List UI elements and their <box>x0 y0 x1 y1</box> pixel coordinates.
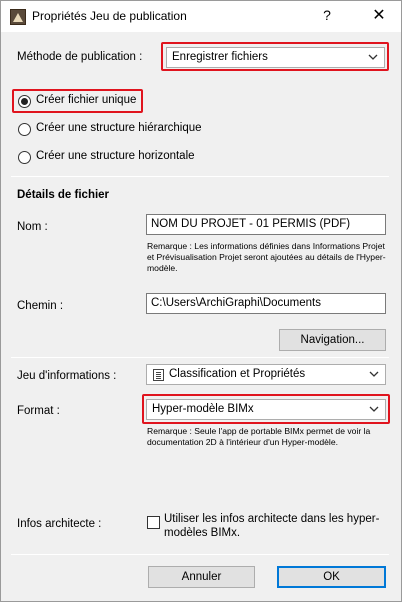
chevron-down-icon <box>368 368 380 380</box>
radio-hierarchical-label[interactable]: Créer une structure hiérarchique <box>36 122 202 134</box>
ok-button[interactable]: OK <box>277 566 386 588</box>
path-input-value: C:\Users\ArchiGraphi\Documents <box>151 297 321 309</box>
separator <box>11 176 389 177</box>
format-dropdown[interactable]: Hyper-modèle BIMx <box>146 399 386 420</box>
format-note: Remarque : Seule l'app de portable BIMx … <box>147 426 371 447</box>
help-button[interactable]: ? <box>319 7 335 25</box>
publication-method-dropdown[interactable]: Enregistrer fichiers <box>166 47 385 68</box>
dialog-content: Méthode de publication : Enregistrer fic… <box>1 32 401 601</box>
infoset-label: Jeu d'informations : <box>17 370 117 382</box>
name-note: Remarque : Les informations définies dan… <box>147 241 386 273</box>
radio-hierarchical[interactable] <box>18 123 31 136</box>
format-label: Format : <box>17 405 60 417</box>
architect-info-checkbox[interactable] <box>147 516 160 529</box>
publication-method-value: Enregistrer fichiers <box>172 51 268 63</box>
radio-single-file[interactable] <box>18 95 31 108</box>
chevron-down-icon <box>367 51 379 63</box>
browse-button[interactable]: Navigation... <box>279 329 386 351</box>
name-input-value: NOM DU PROJET - 01 PERMIS (PDF) <box>151 218 351 230</box>
name-label: Nom : <box>17 221 48 233</box>
infoset-dropdown[interactable]: Classification et Propriétés <box>146 364 386 385</box>
architect-info-checkbox-label[interactable]: Utiliser les infos architecte dans les h… <box>164 512 384 540</box>
list-icon <box>153 369 164 381</box>
file-details-heading: Détails de fichier <box>17 189 110 201</box>
separator <box>11 554 389 555</box>
close-button[interactable]: ✕ <box>369 5 389 25</box>
radio-horizontal-label[interactable]: Créer une structure horizontale <box>36 150 195 162</box>
chevron-down-icon <box>368 403 380 415</box>
publication-method-label: Méthode de publication : <box>17 51 143 63</box>
path-label: Chemin : <box>17 300 64 312</box>
architect-info-label: Infos architecte : <box>17 518 102 530</box>
dialog-window: Propriétés Jeu de publication ? ✕ Méthod… <box>0 0 402 602</box>
separator <box>11 357 389 358</box>
title-bar: Propriétés Jeu de publication ? ✕ <box>1 1 401 32</box>
cancel-button[interactable]: Annuler <box>148 566 255 588</box>
infoset-value: Classification et Propriétés <box>169 368 306 380</box>
radio-horizontal[interactable] <box>18 151 31 164</box>
radio-single-file-label[interactable]: Créer fichier unique <box>36 94 136 106</box>
window-title: Propriétés Jeu de publication <box>32 9 187 23</box>
archicad-app-icon <box>10 9 26 25</box>
name-input[interactable]: NOM DU PROJET - 01 PERMIS (PDF) <box>146 214 386 235</box>
format-value: Hyper-modèle BIMx <box>152 403 254 415</box>
path-input[interactable]: C:\Users\ArchiGraphi\Documents <box>146 293 386 314</box>
